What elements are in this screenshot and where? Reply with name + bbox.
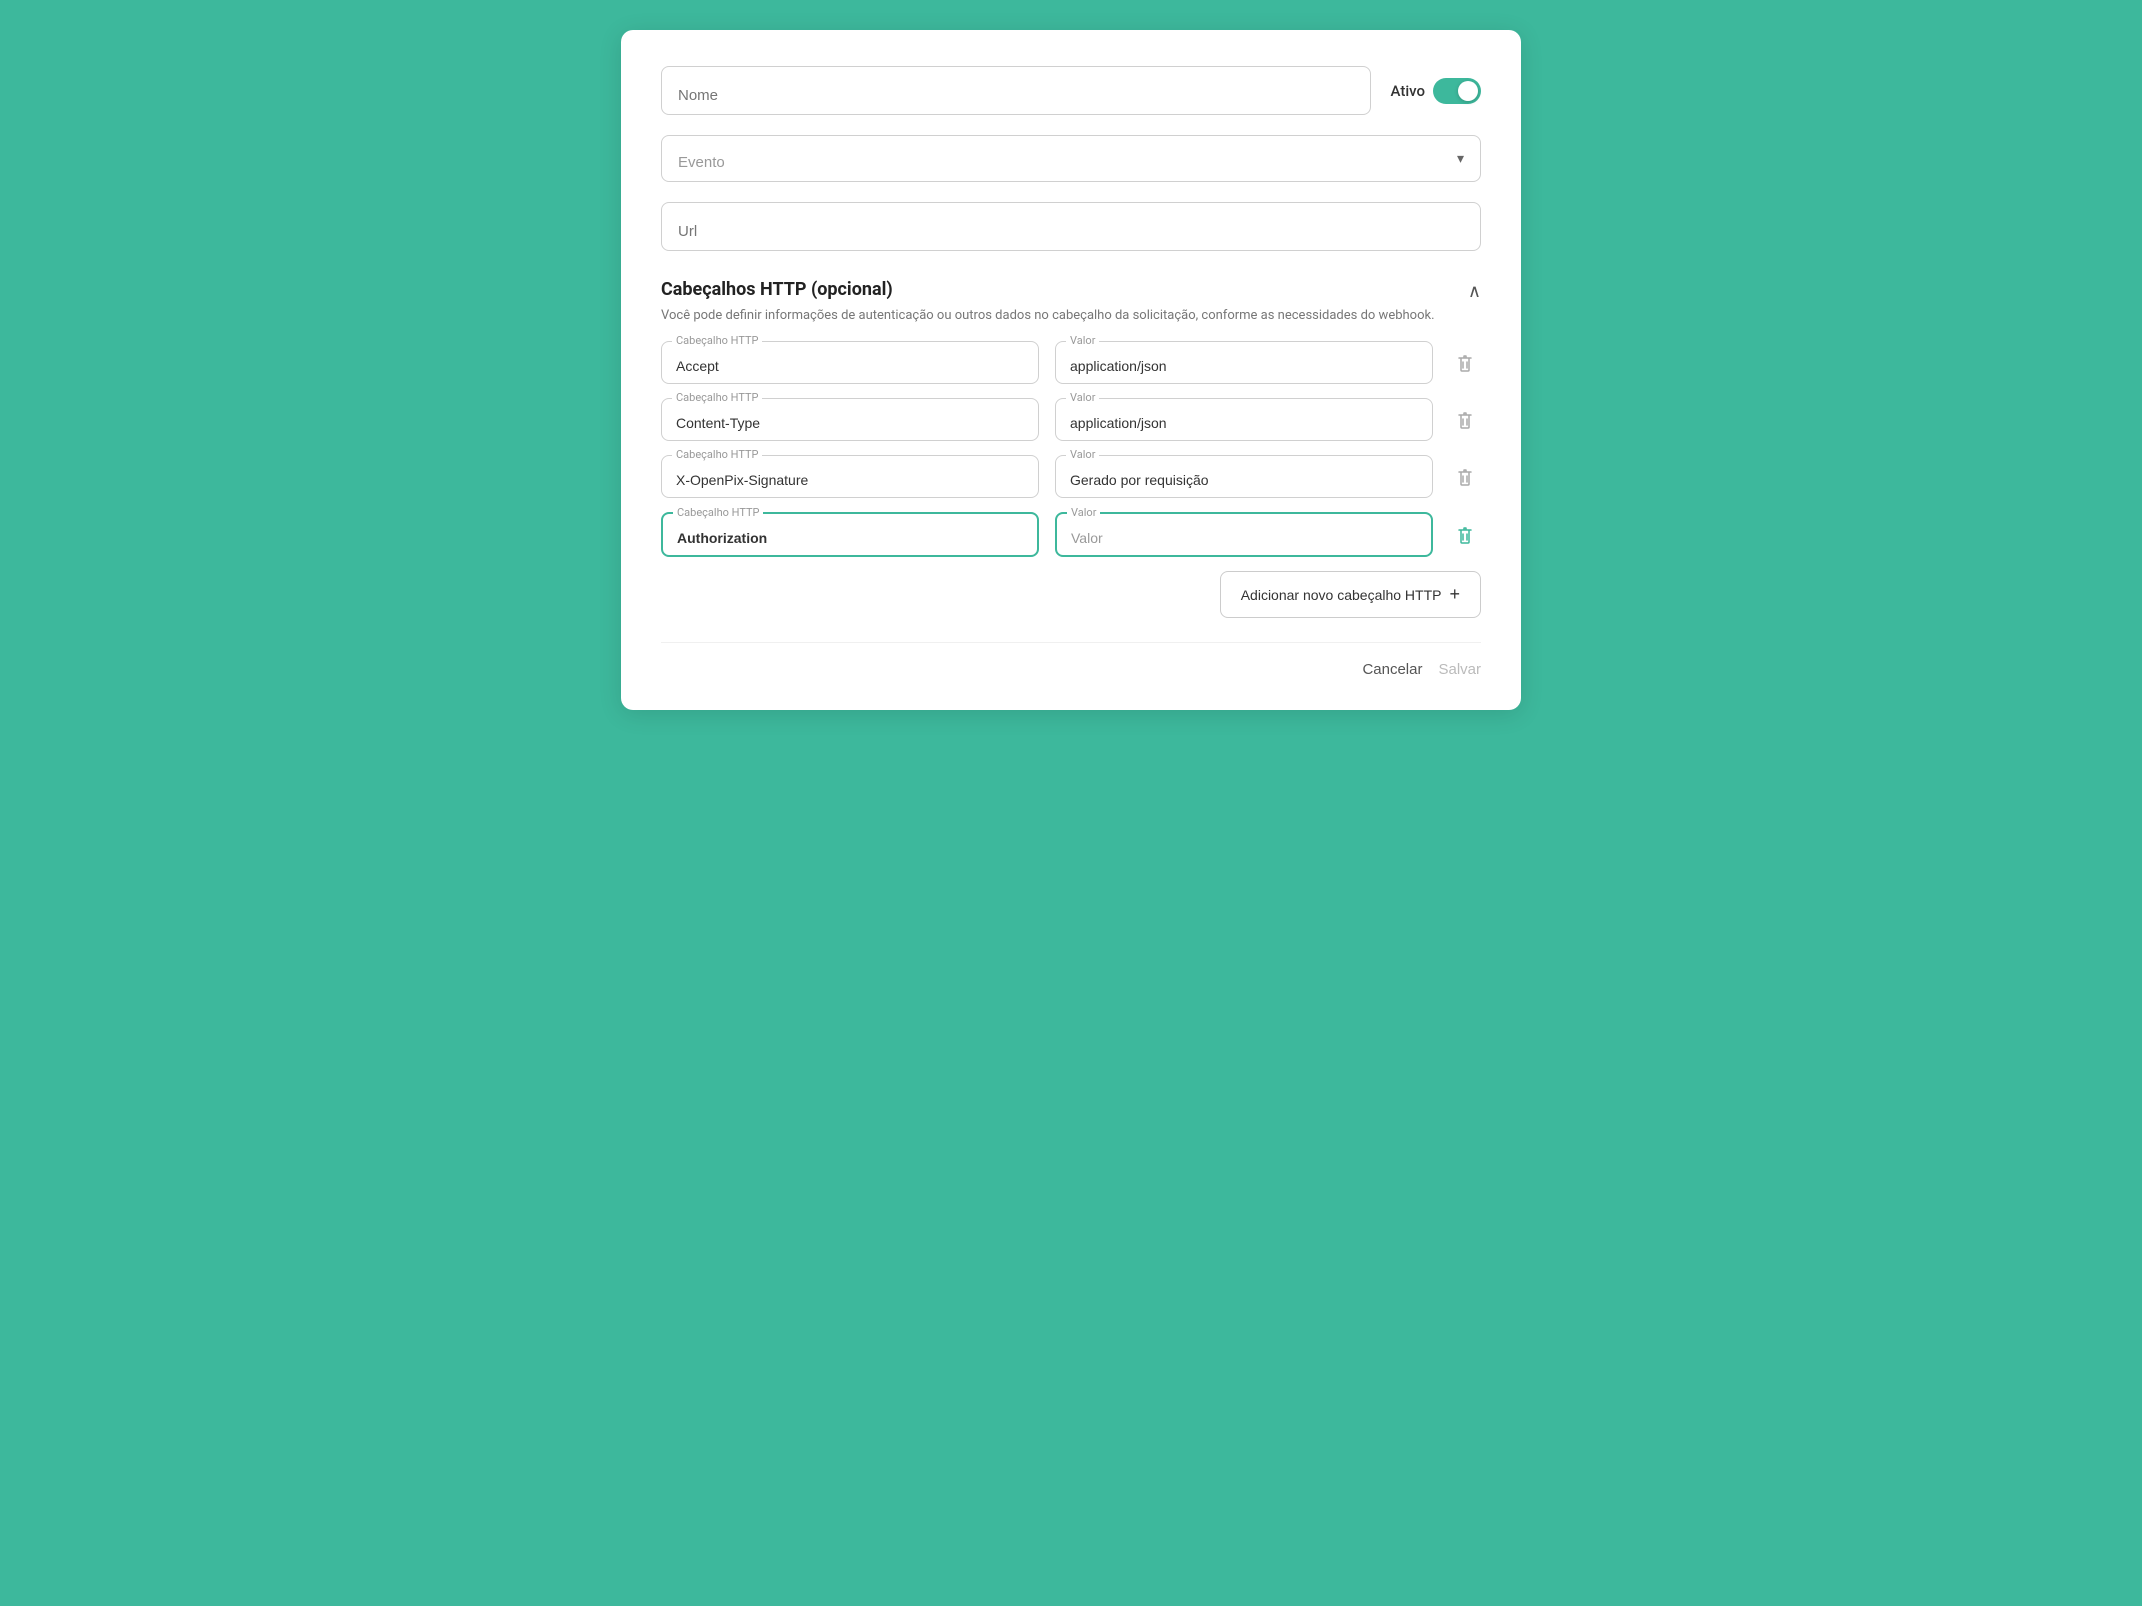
url-field-wrap	[661, 202, 1481, 251]
header-key-wrap-0: Cabeçalho HTTP	[661, 341, 1039, 384]
header-value-label-0: Valor	[1066, 334, 1099, 347]
header-value-input-1[interactable]	[1070, 415, 1418, 431]
table-row: Cabeçalho HTTP Valor	[661, 398, 1481, 441]
footer: Cancelar Salvar	[661, 642, 1481, 678]
ativo-toggle[interactable]	[1433, 78, 1481, 104]
delete-header-button-2[interactable]	[1449, 461, 1481, 493]
header-value-input-3[interactable]	[1071, 530, 1417, 546]
section-desc: Você pode definir informações de autenti…	[661, 308, 1481, 323]
name-input[interactable]	[678, 87, 1354, 104]
header-value-label-1: Valor	[1066, 391, 1099, 404]
add-header-label: Adicionar novo cabeçalho HTTP	[1241, 587, 1442, 603]
webhook-form: Ativo Evento ▾ Cabeçalhos HTTP (opcional…	[621, 30, 1521, 710]
section-title: Cabeçalhos HTTP (opcional)	[661, 279, 893, 300]
header-value-wrap-1: Valor	[1055, 398, 1433, 441]
evento-select[interactable]: Evento	[678, 154, 1464, 171]
collapse-icon[interactable]: ∧	[1468, 281, 1481, 302]
ativo-wrap: Ativo	[1391, 78, 1481, 104]
delete-header-button-0[interactable]	[1449, 347, 1481, 379]
header-key-label-0: Cabeçalho HTTP	[672, 334, 762, 347]
name-field-wrap	[661, 66, 1371, 115]
cancel-button[interactable]: Cancelar	[1362, 661, 1422, 678]
table-row: Cabeçalho HTTP Valor	[661, 455, 1481, 498]
table-row: Cabeçalho HTTP Valor	[661, 341, 1481, 384]
header-value-label-3: Valor	[1067, 506, 1100, 519]
header-key-wrap-1: Cabeçalho HTTP	[661, 398, 1039, 441]
header-value-input-0[interactable]	[1070, 358, 1418, 374]
header-key-label-2: Cabeçalho HTTP	[672, 448, 762, 461]
section-title-wrap: Cabeçalhos HTTP (opcional)	[661, 279, 893, 300]
header-key-wrap-2: Cabeçalho HTTP	[661, 455, 1039, 498]
header-key-input-0[interactable]	[676, 358, 1024, 374]
add-header-button[interactable]: Adicionar novo cabeçalho HTTP +	[1220, 571, 1481, 618]
plus-icon: +	[1449, 584, 1460, 605]
url-input[interactable]	[678, 223, 1464, 240]
add-btn-wrap: Adicionar novo cabeçalho HTTP +	[661, 571, 1481, 618]
header-value-input-2[interactable]	[1070, 472, 1418, 488]
header-value-wrap-0: Valor	[1055, 341, 1433, 384]
header-key-label-1: Cabeçalho HTTP	[672, 391, 762, 404]
save-button[interactable]: Salvar	[1438, 661, 1481, 678]
header-key-input-3[interactable]	[677, 530, 1023, 546]
header-key-input-1[interactable]	[676, 415, 1024, 431]
header-value-label-2: Valor	[1066, 448, 1099, 461]
section-header: Cabeçalhos HTTP (opcional) ∧	[661, 279, 1481, 302]
evento-select-wrap: Evento ▾	[661, 135, 1481, 182]
ativo-label: Ativo	[1391, 82, 1425, 100]
delete-header-button-3[interactable]	[1449, 519, 1481, 551]
headers-container: Cabeçalho HTTP Valor Cabeçalho HTTP V	[661, 341, 1481, 557]
header-key-input-2[interactable]	[676, 472, 1024, 488]
name-row: Ativo	[661, 66, 1481, 115]
header-key-label-3: Cabeçalho HTTP	[673, 506, 763, 519]
header-value-wrap-3: Valor	[1055, 512, 1433, 557]
header-key-wrap-3: Cabeçalho HTTP	[661, 512, 1039, 557]
table-row: Cabeçalho HTTP Valor	[661, 512, 1481, 557]
header-value-wrap-2: Valor	[1055, 455, 1433, 498]
delete-header-button-1[interactable]	[1449, 404, 1481, 436]
